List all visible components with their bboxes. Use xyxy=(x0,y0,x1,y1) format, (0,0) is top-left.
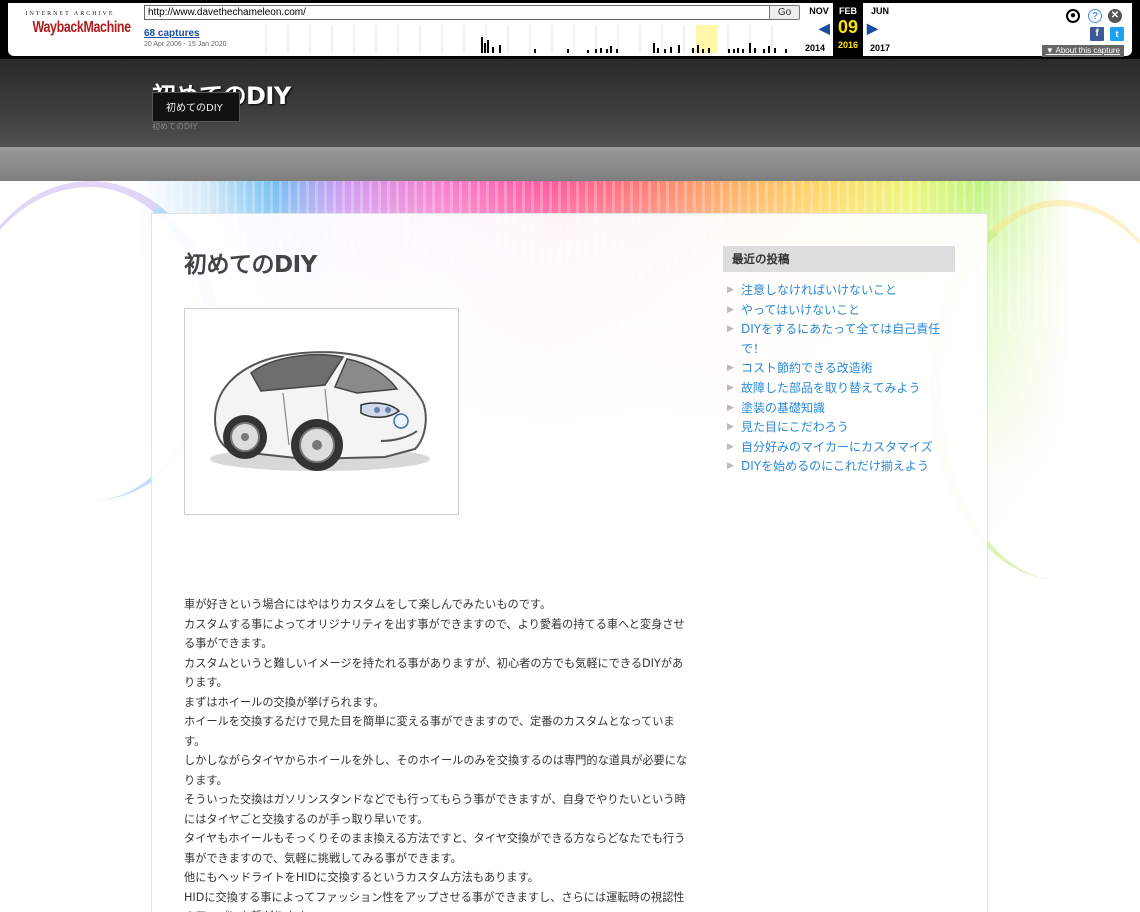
user-icon[interactable]: ● xyxy=(1066,9,1080,23)
bullet-arrow-icon: ▶ xyxy=(727,422,734,433)
recent-post-label: 自分好みのマイカーにカスタマイズ xyxy=(741,439,933,454)
wayback-calendar-nav: NOV ◀ FEB 09 2016 ▶ JUN 2014 2017 xyxy=(805,3,901,56)
about-capture-label: About this capture xyxy=(1055,46,1120,55)
current-capture: FEB 09 2016 xyxy=(833,3,863,56)
wayback-url-input[interactable]: http://www.davethechameleon.com/ xyxy=(144,5,774,20)
article-body: 車が好きという場合にはやはりカスタムをして楽しんでみたいものです。 カスタムする… xyxy=(184,595,689,912)
title-tooltip: 初めてのDIY xyxy=(152,92,240,122)
prev-capture-arrow-icon[interactable]: ◀ xyxy=(819,20,830,37)
prev-month-link[interactable]: NOV xyxy=(805,6,833,16)
recent-post-link[interactable]: ▶ 注意しなければいけないこと xyxy=(727,281,957,301)
sparkline-graphic xyxy=(265,25,787,53)
recent-post-link[interactable]: ▶ 故障した部品を取り替えてみよう xyxy=(727,379,957,399)
bullet-arrow-icon: ▶ xyxy=(727,461,734,472)
page-title: 初めてのDIY xyxy=(184,252,317,278)
article-paragraph: 他にもヘッドライトをHIDに交換するというカスタム方法もあります。 xyxy=(184,871,539,884)
wayback-logo[interactable]: INTERNET ARCHIVE WaybackMachine xyxy=(22,11,132,45)
article-paragraph: HIDに交換する事によってファッション性をアップさせる事ができますし、さらには運… xyxy=(184,890,685,912)
close-icon[interactable]: ✕ xyxy=(1108,9,1122,23)
next-year-link[interactable]: 2017 xyxy=(870,43,890,53)
bullet-arrow-icon: ▶ xyxy=(727,382,734,393)
article-paragraph: 車が好きという場合にはやはりカスタムをして楽しんでみたいものです。 xyxy=(184,598,552,611)
article-paragraph: しかしながらタイヤからホイールを外し、そのホイールのみを交換するのは専門的な道具… xyxy=(184,754,688,787)
article-paragraph: そういった交換はガソリンスタンドなどでも行ってもらう事ができますが、自身でやりた… xyxy=(184,793,686,826)
bullet-arrow-icon: ▶ xyxy=(727,304,734,315)
captures-count-link[interactable]: 68 captures xyxy=(144,28,227,39)
recent-post-label: 注意しなければいけないこと xyxy=(741,283,898,297)
recent-post-label: DIYをするにあたって全ては自己責任で！ xyxy=(741,322,941,356)
bullet-arrow-icon: ▶ xyxy=(727,441,734,452)
nav-bar xyxy=(0,147,1140,181)
content-container: 初めてのDIY 車が好きという場合にはやはりカスタムをして楽しんでみたいものです… xyxy=(151,213,988,912)
recent-post-link[interactable]: ▶ コスト節約できる改造術 xyxy=(727,359,957,379)
wayback-toolbar-inner: INTERNET ARCHIVE WaybackMachine http://w… xyxy=(8,3,1132,57)
article-paragraph: カスタムする事によってオリジナリティを出す事ができますので、より愛着の持てる車へ… xyxy=(184,617,685,651)
about-capture-link[interactable]: ▼ About this capture xyxy=(1041,45,1124,57)
bullet-arrow-icon: ▶ xyxy=(727,285,734,295)
current-month: FEB xyxy=(839,6,857,16)
wayback-go-button[interactable]: Go xyxy=(769,5,800,20)
next-month-link[interactable]: JUN xyxy=(865,6,895,16)
next-capture-arrow-icon[interactable]: ▶ xyxy=(867,20,878,37)
article-paragraph: ホイールを交換するだけで見た目を簡単に変える事ができますので、定番のカスタムとな… xyxy=(184,715,675,748)
help-icon[interactable]: ? xyxy=(1088,9,1102,23)
article-paragraph: カスタムというと難しいイメージを持たれる事がありますが、初心者の方でも気軽にでき… xyxy=(184,656,684,690)
prev-year-link[interactable]: 2014 xyxy=(805,43,825,53)
article-paragraph: まずはホイールの交換が挙げられます。 xyxy=(184,695,385,709)
wayback-logo-main: WaybackMachine xyxy=(32,19,132,36)
current-day: 09 xyxy=(833,17,863,38)
bullet-arrow-icon: ▶ xyxy=(727,402,734,413)
captures-range: 20 Apr 2006 - 15 Jan 2020 xyxy=(144,41,227,48)
twitter-icon[interactable]: t xyxy=(1110,27,1124,41)
recent-post-link[interactable]: ▶ 塗装の基礎知識 xyxy=(727,399,957,419)
car-illustration xyxy=(210,351,430,471)
recent-posts-heading: 最近の投稿 xyxy=(723,246,955,272)
recent-post-label: 塗装の基礎知識 xyxy=(741,400,826,415)
current-year: 2016 xyxy=(837,40,859,50)
recent-post-label: やってはいけないこと xyxy=(741,302,861,317)
recent-post-link[interactable]: ▶ DIYを始めるのにこれだけ揃えよう xyxy=(727,457,957,477)
recent-posts-list: ▶ 注意しなければいけないこと ▶ やってはいけないこと ▶ DIYをするにあたって全… xyxy=(727,281,957,477)
wayback-actions: ● ? ✕ f t ▼ About this capture xyxy=(1034,5,1124,57)
car-image xyxy=(184,308,459,515)
site-description: 初めてのDIY xyxy=(152,122,198,131)
bullet-arrow-icon: ▶ xyxy=(727,324,734,335)
recent-post-label: 故障した部品を取り替えてみよう xyxy=(741,380,921,395)
wayback-toolbar: INTERNET ARCHIVE WaybackMachine http://w… xyxy=(0,0,1140,59)
recent-post-label: コスト節約できる改造術 xyxy=(741,361,873,376)
recent-post-label: 見た目にこだわろう xyxy=(741,420,849,435)
recent-post-link[interactable]: ▶ 自分好みのマイカーにカスタマイズ xyxy=(727,438,957,458)
recent-post-link[interactable]: ▶ やってはいけないこと xyxy=(727,301,957,321)
wayback-logo-top: INTERNET ARCHIVE xyxy=(25,11,115,17)
recent-post-link[interactable]: ▶ 見た目にこだわろう xyxy=(727,418,957,438)
recent-post-label: DIYを始めるのにこれだけ揃えよう xyxy=(741,459,929,474)
article-paragraph: タイヤもホイールもそっくりそのまま換える方法ですと、タイヤ交換ができる方ならどな… xyxy=(184,832,686,865)
recent-post-link[interactable]: ▶ DIYをするにあたって全ては自己責任で！ xyxy=(727,320,957,359)
bullet-arrow-icon: ▶ xyxy=(727,363,734,374)
facebook-icon[interactable]: f xyxy=(1090,27,1104,41)
site-header: 初めてのDIY 初めてのDIY 初めてのDIY xyxy=(0,59,1140,147)
capture-sparkline[interactable] xyxy=(244,25,798,53)
wayback-captures: 68 captures 20 Apr 2006 - 15 Jan 2020 xyxy=(144,28,227,48)
